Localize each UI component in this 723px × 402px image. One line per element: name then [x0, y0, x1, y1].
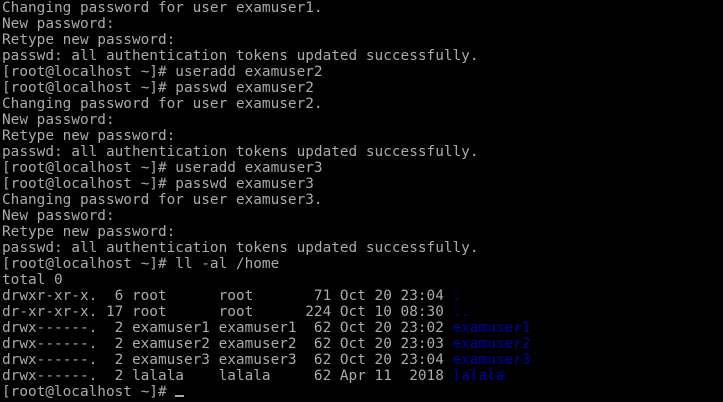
listing-meta: drwx------. 2 lalala lalala 62 Apr 11 20…: [2, 368, 453, 384]
text-cursor: [175, 395, 185, 397]
command-line: [root@localhost ~]# passwd examuser3: [2, 176, 314, 192]
listing-row: drwx------. 2 examuser1 examuser1 62 Oct…: [2, 320, 723, 336]
directory-name: examuser3: [452, 352, 531, 368]
listing-meta: dr-xr-xr-x. 17 root root 224 Oct 10 08:3…: [2, 304, 453, 320]
listing-meta: drwx------. 2 examuser2 examuser2 62 Oct…: [2, 336, 453, 352]
directory-name: examuser1: [452, 320, 531, 336]
shell-prompt: [root@localhost ~]#: [2, 384, 176, 400]
output-line: New password:: [2, 208, 115, 224]
active-prompt-line[interactable]: [root@localhost ~]#: [2, 384, 723, 400]
history-block: Changing password for user examuser1. Ne…: [2, 0, 723, 288]
listing-row: dr-xr-xr-x. 17 root root 224 Oct 10 08:3…: [2, 304, 723, 320]
output-line: Changing password for user examuser2.: [2, 96, 323, 112]
listing-row: drwx------. 2 examuser2 examuser2 62 Oct…: [2, 336, 723, 352]
listing-row: drwxr-xr-x. 6 root root 71 Oct 20 23:04 …: [2, 288, 723, 304]
output-line: total 0: [2, 272, 63, 288]
output-line: New password:: [2, 16, 115, 32]
output-line: Retype new password:: [2, 32, 176, 48]
output-line: Retype new password:: [2, 224, 176, 240]
output-line: Retype new password:: [2, 128, 176, 144]
listing-row: drwx------. 2 lalala lalala 62 Apr 11 20…: [2, 368, 723, 384]
listing-meta: drwxr-xr-x. 6 root root 71 Oct 20 23:04: [2, 288, 453, 304]
output-line: Changing password for user examuser3.: [2, 192, 323, 208]
command-line: [root@localhost ~]# useradd examuser3: [2, 160, 323, 176]
directory-name: lalala: [452, 368, 505, 384]
directory-name: .: [452, 288, 462, 304]
listing-row: drwx------. 2 examuser3 examuser3 62 Oct…: [2, 352, 723, 368]
output-line: passwd: all authentication tokens update…: [2, 240, 479, 256]
directory-name: examuser2: [452, 336, 531, 352]
command-line: [root@localhost ~]# useradd examuser2: [2, 64, 323, 80]
terminal-console[interactable]: Changing password for user examuser1. Ne…: [0, 0, 723, 402]
listing-meta: drwx------. 2 examuser1 examuser1 62 Oct…: [2, 320, 453, 336]
directory-name: ..: [452, 304, 470, 320]
directory-listing: drwxr-xr-x. 6 root root 71 Oct 20 23:04 …: [2, 288, 723, 384]
output-line: Changing password for user examuser1.: [2, 0, 323, 16]
output-line: passwd: all authentication tokens update…: [2, 48, 479, 64]
output-line: New password:: [2, 112, 115, 128]
command-line: [root@localhost ~]# ll -al /home: [2, 256, 280, 272]
listing-meta: drwx------. 2 examuser3 examuser3 62 Oct…: [2, 352, 453, 368]
output-line: passwd: all authentication tokens update…: [2, 144, 479, 160]
command-line: [root@localhost ~]# passwd examuser2: [2, 80, 314, 96]
